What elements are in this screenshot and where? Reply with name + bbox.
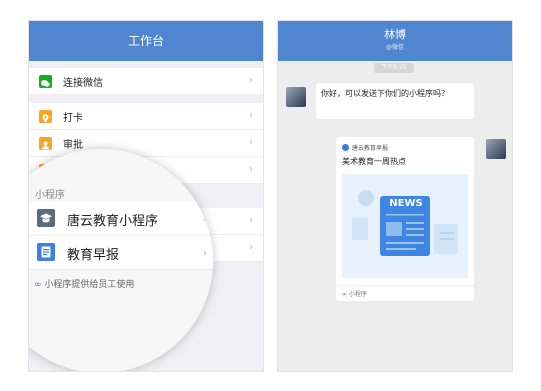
- self-avatar[interactable]: [486, 139, 506, 159]
- workbench-title: 工作台: [127, 34, 164, 48]
- chevron-right-icon: ›: [249, 164, 253, 175]
- card-divider: [336, 285, 474, 286]
- menu-item-label: 打卡: [63, 113, 83, 124]
- connect-wechat-group: 连接微信 ›: [29, 68, 263, 95]
- contact-avatar[interactable]: [286, 87, 306, 107]
- person-icon: [39, 137, 52, 150]
- card-footer-text: 小程序: [348, 291, 367, 298]
- menu-item-label: 连接微信: [63, 78, 103, 89]
- card-source: 唐云教育早报: [352, 145, 389, 152]
- mini-program-item-morning-report[interactable]: 教育早报 ›: [29, 236, 213, 270]
- chat-header: 林博 @微信: [278, 21, 512, 61]
- mini-program-logo-icon: [342, 144, 349, 151]
- menu-item-punch-in[interactable]: 打卡 ›: [29, 103, 263, 130]
- contact-source: @微信: [385, 44, 404, 51]
- card-footer: ∞ 小程序: [342, 289, 367, 298]
- mini-program-footer-text: 小程序提供给员工使用: [44, 280, 135, 290]
- message-text: 你好，可以发送下你们的小程序吗？: [321, 89, 449, 98]
- menu-item-label: 审批: [63, 140, 83, 151]
- mini-program-label: 教育早报: [67, 248, 120, 263]
- message-timestamp: 下午5:25: [374, 63, 414, 73]
- news-banner-image: NEWS: [342, 174, 468, 278]
- link-icon: ∞: [342, 291, 347, 298]
- incoming-message-bubble: 你好，可以发送下你们的小程序吗？: [316, 83, 474, 119]
- mini-program-item-tangyun[interactable]: 唐云教育小程序 ›: [29, 202, 213, 236]
- chevron-right-icon: ›: [249, 75, 253, 86]
- card-title: 美术教育一周热点: [342, 157, 406, 166]
- mini-program-footer: ∞ 小程序提供给员工使用: [34, 277, 134, 290]
- document-icon: [37, 243, 55, 261]
- graduation-cap-icon: [37, 209, 55, 227]
- workbench-header: 工作台: [29, 21, 263, 61]
- contact-name: 林博: [384, 28, 406, 41]
- chevron-right-icon: ›: [249, 110, 253, 121]
- chevron-right-icon: ›: [202, 246, 207, 259]
- menu-item-connect-wechat[interactable]: 连接微信 ›: [29, 68, 263, 95]
- chevron-right-icon: ›: [249, 242, 253, 253]
- menu-item-approval[interactable]: 审批 ›: [29, 130, 263, 157]
- link-icon: ∞: [34, 280, 42, 290]
- wechat-icon: [39, 75, 52, 88]
- chevron-right-icon: ›: [249, 137, 253, 148]
- mini-program-label: 唐云教育小程序: [67, 214, 159, 229]
- chevron-right-icon: ›: [202, 212, 207, 225]
- mini-program-card[interactable]: 唐云教育早报 美术教育一周热点 NEWS ∞ 小程序: [336, 137, 474, 301]
- chat-panel: 林博 @微信 下午5:25 你好，可以发送下你们的小程序吗？ 唐云教育早报 美术…: [277, 20, 513, 372]
- workbench-panel: 工作台 连接微信 › 打卡 › 审批 › › › › 小程序 唐云教育小程序 ›…: [28, 20, 264, 372]
- chevron-right-icon: ›: [249, 215, 253, 226]
- location-pin-icon: [39, 110, 52, 123]
- news-banner-label: NEWS: [389, 198, 423, 209]
- mini-program-section-title: 小程序: [35, 190, 65, 201]
